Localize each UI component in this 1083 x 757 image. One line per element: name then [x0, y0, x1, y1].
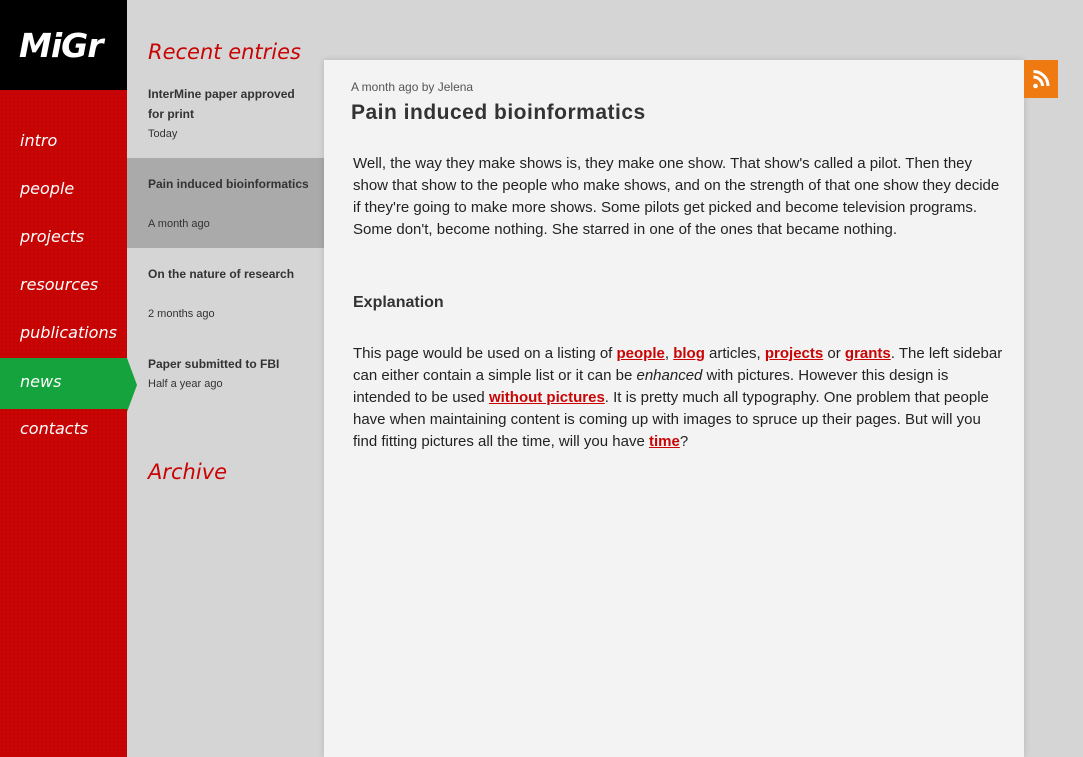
archive-heading[interactable]: Archive [148, 460, 227, 484]
entry-date: Today [148, 128, 178, 140]
nav-item-people[interactable]: people [0, 163, 127, 217]
entry-title: Pain induced bioinformatics [148, 177, 309, 191]
article-subheading: Explanation [353, 294, 444, 311]
grants-link[interactable]: grants [845, 345, 891, 362]
article-title: Pain induced bioinformatics [351, 101, 646, 124]
nav-item-projects[interactable]: projects [0, 211, 127, 265]
article-meta: A month ago by Jelena [351, 80, 474, 94]
logo[interactable]: MiGr [0, 0, 127, 90]
time-link[interactable]: time [649, 433, 680, 450]
rss-button[interactable] [1024, 60, 1058, 98]
people-link[interactable]: people [617, 345, 665, 362]
main-nav: MiGr intro people projects resources pub… [0, 0, 137, 757]
blog-link[interactable]: blog [673, 345, 705, 362]
entry-title: On the nature of research [148, 267, 295, 281]
entry-item-active[interactable]: Pain induced bioinformatics A month ago [127, 158, 340, 248]
article-intro: Well, the way they make shows is, they m… [353, 155, 1000, 238]
logo-text: MiGr [19, 26, 104, 65]
entry-date: 2 months ago [148, 308, 215, 320]
entry-item[interactable]: On the nature of research 2 months ago [127, 248, 324, 338]
recent-entries-heading: Recent entries [148, 40, 301, 64]
entry-item[interactable]: InterMine paper approved for print Today [127, 68, 324, 158]
entries-column: Recent entries InterMine paper approved … [127, 0, 340, 757]
projects-link[interactable]: projects [765, 345, 823, 362]
entry-date: Half a year ago [148, 378, 223, 390]
entry-title: Paper submitted to FBI [148, 357, 280, 371]
nav-item-resources[interactable]: resources [0, 259, 127, 313]
nav-item-intro[interactable]: intro [0, 115, 127, 169]
nav-item-news[interactable]: news [0, 358, 137, 412]
nav-item-publications[interactable]: publications [0, 307, 127, 361]
article: A month ago by Jelena Pain induced bioin… [324, 60, 1024, 757]
article-explanation: This page would be used on a listing of … [353, 345, 1003, 450]
rss-icon [1033, 70, 1050, 89]
nav-item-contacts[interactable]: contacts [0, 403, 127, 457]
entry-date: A month ago [148, 218, 210, 230]
entry-item[interactable]: Paper submitted to FBI Half a year ago [127, 338, 324, 398]
entry-title: InterMine paper approved for print [148, 87, 295, 121]
without-pictures-link[interactable]: without pictures [489, 389, 605, 406]
